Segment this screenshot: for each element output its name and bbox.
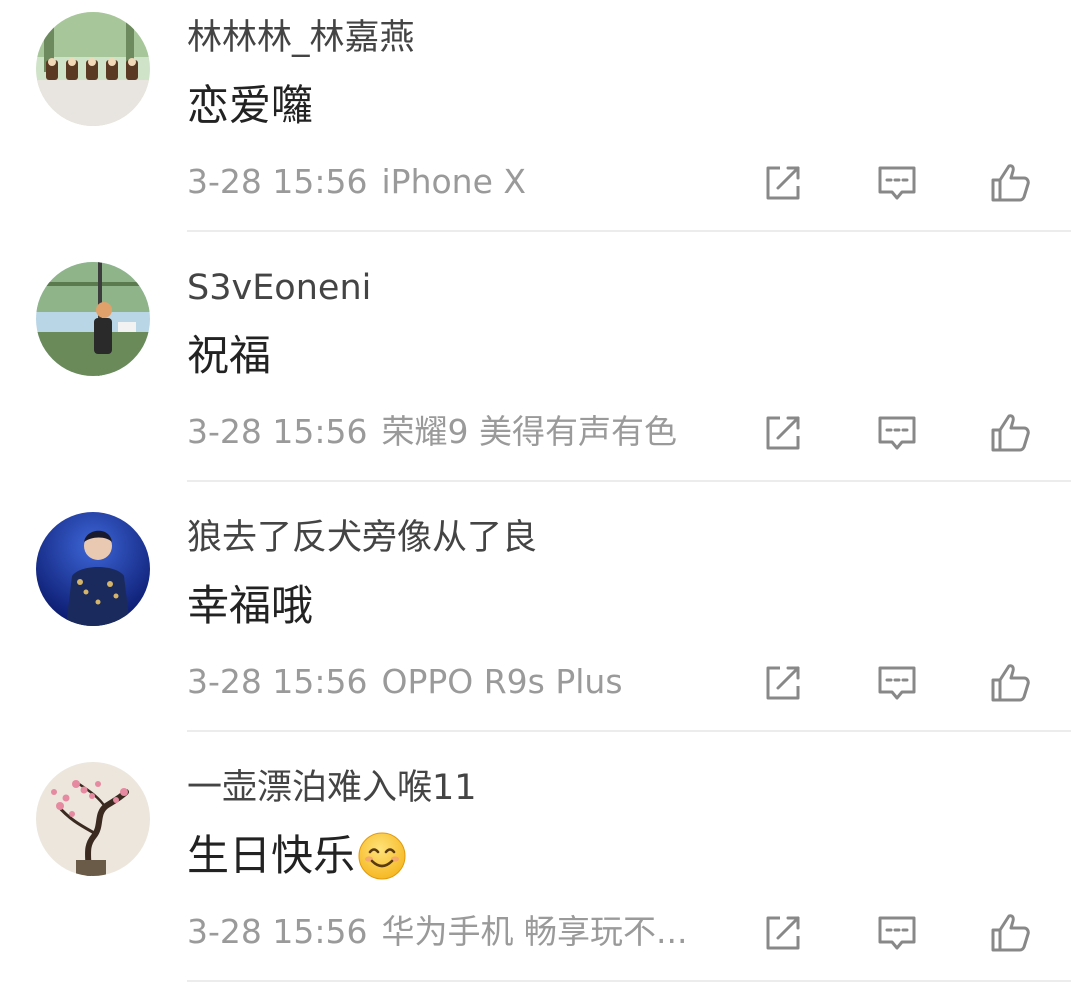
comment-text: 恋爱囖 [187, 80, 313, 132]
comment-meta: 3-28 15:56 iPhone X [187, 160, 526, 204]
divider [187, 480, 1071, 482]
comment-item: 林林林_林嘉燕 恋爱囖 3-28 15:56 iPhone X [0, 0, 1071, 250]
comment-item: 一壶漂泊难入喉11 生日快乐 3-28 15:56 华为手机 畅享玩不... [0, 750, 1071, 1000]
comment-text: 生日快乐 [187, 830, 407, 882]
comment-time: 3-28 15:56 [187, 162, 368, 201]
comment-icon [878, 916, 916, 950]
like-button[interactable] [983, 406, 1037, 460]
comment-text-content: 祝福 [187, 331, 272, 380]
comment-feed: 林林林_林嘉燕 恋爱囖 3-28 15:56 iPhone X S3vEonen… [0, 0, 1071, 995]
divider [187, 730, 1071, 732]
repost-icon [766, 416, 800, 450]
comment-text: 祝福 [187, 330, 271, 382]
comment-meta: 3-28 15:56 OPPO R9s Plus [187, 660, 623, 704]
like-icon [991, 664, 1030, 702]
like-icon [991, 164, 1030, 202]
comment-item: S3vEoneni 祝福 3-28 15:56 荣耀9 美得有声有色 [0, 250, 1071, 500]
repost-button[interactable] [756, 906, 810, 960]
user-avatar[interactable] [36, 12, 150, 126]
comment-meta: 3-28 15:56 华为手机 畅享玩不... [187, 910, 687, 954]
divider [187, 980, 1071, 982]
comment-button[interactable] [870, 156, 924, 210]
repost-button[interactable] [756, 406, 810, 460]
comment-button[interactable] [870, 406, 924, 460]
repost-button[interactable] [756, 156, 810, 210]
comment-button[interactable] [870, 906, 924, 960]
divider [187, 230, 1071, 232]
smiling-face-emoji [358, 832, 406, 880]
like-icon [991, 414, 1030, 452]
comment-text-content: 幸福哦 [187, 581, 314, 630]
username[interactable]: 一壶漂泊难入喉11 [187, 766, 477, 810]
comment-button[interactable] [870, 656, 924, 710]
like-button[interactable] [983, 906, 1037, 960]
user-avatar[interactable] [36, 262, 150, 376]
device-name: iPhone X [381, 162, 527, 201]
comment-icon [878, 416, 916, 450]
comment-time: 3-28 15:56 [187, 912, 368, 951]
repost-icon [766, 166, 800, 200]
person-in-park-avatar-image [36, 262, 150, 376]
device-name: 荣耀9 美得有声有色 [381, 412, 678, 451]
comment-item: 狼去了反犬旁像从了良 幸福哦 3-28 15:56 OPPO R9s Plus [0, 500, 1071, 750]
user-avatar[interactable] [36, 512, 150, 626]
comment-text-content: 恋爱囖 [187, 81, 314, 130]
like-icon [991, 914, 1030, 952]
plum-blossom-avatar-image [36, 762, 150, 876]
comment-meta: 3-28 15:56 荣耀9 美得有声有色 [187, 410, 677, 454]
device-name: OPPO R9s Plus [381, 662, 623, 701]
comment-icon [878, 666, 916, 700]
comment-time: 3-28 15:56 [187, 662, 368, 701]
repost-icon [766, 666, 800, 700]
comment-time: 3-28 15:56 [187, 412, 368, 451]
comment-text-content: 生日快乐 [187, 831, 356, 880]
username[interactable]: S3vEoneni [187, 266, 371, 310]
like-button[interactable] [983, 156, 1037, 210]
comment-text: 幸福哦 [187, 580, 313, 632]
user-avatar[interactable] [36, 762, 150, 876]
repost-icon [766, 916, 800, 950]
repost-button[interactable] [756, 656, 810, 710]
device-name: 华为手机 畅享玩不... [381, 912, 688, 951]
comment-icon [878, 166, 916, 200]
username[interactable]: 林林林_林嘉燕 [187, 16, 415, 60]
username[interactable]: 狼去了反犬旁像从了良 [187, 516, 537, 560]
park-figurines-avatar-image [36, 12, 150, 126]
stage-performer-avatar-image [36, 512, 150, 626]
like-button[interactable] [983, 656, 1037, 710]
